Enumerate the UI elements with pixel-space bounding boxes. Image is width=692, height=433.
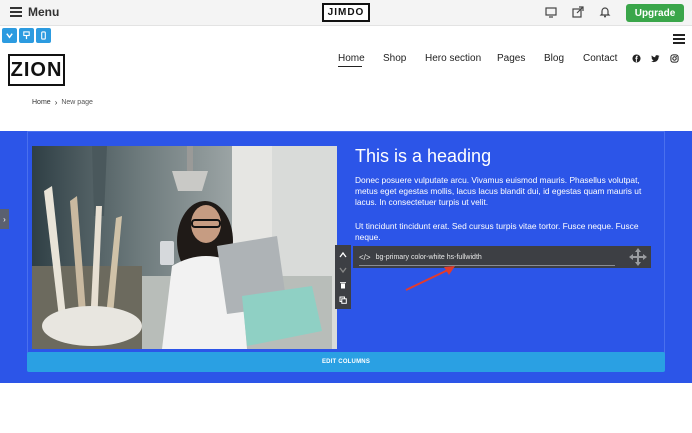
site-logo[interactable]: ZION — [8, 54, 65, 86]
upgrade-button[interactable]: Upgrade — [626, 4, 684, 22]
facebook-icon[interactable] — [632, 54, 641, 63]
section-image[interactable] — [32, 146, 337, 349]
element-edit-rail — [335, 245, 351, 309]
css-class-value: bg-primary color-white hs-fullwidth — [375, 253, 482, 261]
nav-pages[interactable]: Pages — [497, 53, 525, 64]
mobile-view-button[interactable] — [36, 28, 51, 43]
collapse-button[interactable] — [2, 28, 17, 43]
breadcrumb: Home › New page — [32, 98, 93, 107]
section-paragraph-1[interactable]: Donec posuere vulputate arcu. Vivamus eu… — [355, 175, 645, 208]
nav-shop[interactable]: Shop — [383, 53, 406, 64]
move-up-icon[interactable] — [339, 251, 347, 259]
nav-hero-section[interactable]: Hero section — [425, 53, 481, 64]
css-class-input[interactable]: </> bg-primary color-white hs-fullwidth — [353, 246, 651, 268]
nav-blog[interactable]: Blog — [544, 53, 564, 64]
input-underline — [359, 265, 615, 266]
menu-button[interactable]: Menu — [10, 5, 59, 19]
breadcrumb-home[interactable]: Home — [32, 99, 51, 106]
menu-label: Menu — [28, 5, 60, 19]
active-nav-underline — [338, 66, 362, 67]
nav-contact[interactable]: Contact — [583, 53, 617, 64]
expand-sidebar-tab[interactable]: › — [0, 209, 9, 229]
code-icon: </> — [359, 252, 371, 262]
woman-with-phone-photo — [32, 146, 337, 349]
twitter-icon[interactable] — [651, 54, 660, 63]
trash-icon[interactable] — [339, 281, 347, 289]
site-menu-icon[interactable] — [673, 34, 685, 44]
hamburger-icon — [10, 7, 22, 17]
bell-icon[interactable] — [599, 6, 611, 18]
brush-icon — [23, 31, 30, 40]
edit-columns-button[interactable]: EDIT COLUMNS — [27, 352, 665, 372]
paint-button[interactable] — [19, 28, 34, 43]
editor-topbar: Menu JIMDO Upgrade — [0, 0, 692, 26]
duplicate-icon[interactable] — [339, 296, 347, 304]
move-handle-icon[interactable] — [626, 247, 650, 267]
section-heading[interactable]: This is a heading — [355, 146, 491, 167]
jimdo-logo: JIMDO — [322, 3, 370, 22]
annotation-arrow-icon — [405, 266, 455, 291]
nav-home[interactable]: Home — [338, 53, 365, 64]
chevron-right-icon: › — [54, 98, 58, 107]
section-paragraph-2[interactable]: Ut tincidunt tincidunt erat. Sed cursus … — [355, 221, 645, 243]
instagram-icon[interactable] — [670, 54, 679, 63]
mobile-icon — [41, 31, 46, 40]
desktop-icon[interactable] — [545, 6, 557, 18]
chevron-down-icon — [6, 33, 13, 39]
breadcrumb-current: New page — [61, 99, 93, 106]
share-icon[interactable] — [572, 6, 584, 18]
chevron-right-icon: › — [3, 214, 6, 224]
move-down-icon[interactable] — [339, 266, 347, 274]
